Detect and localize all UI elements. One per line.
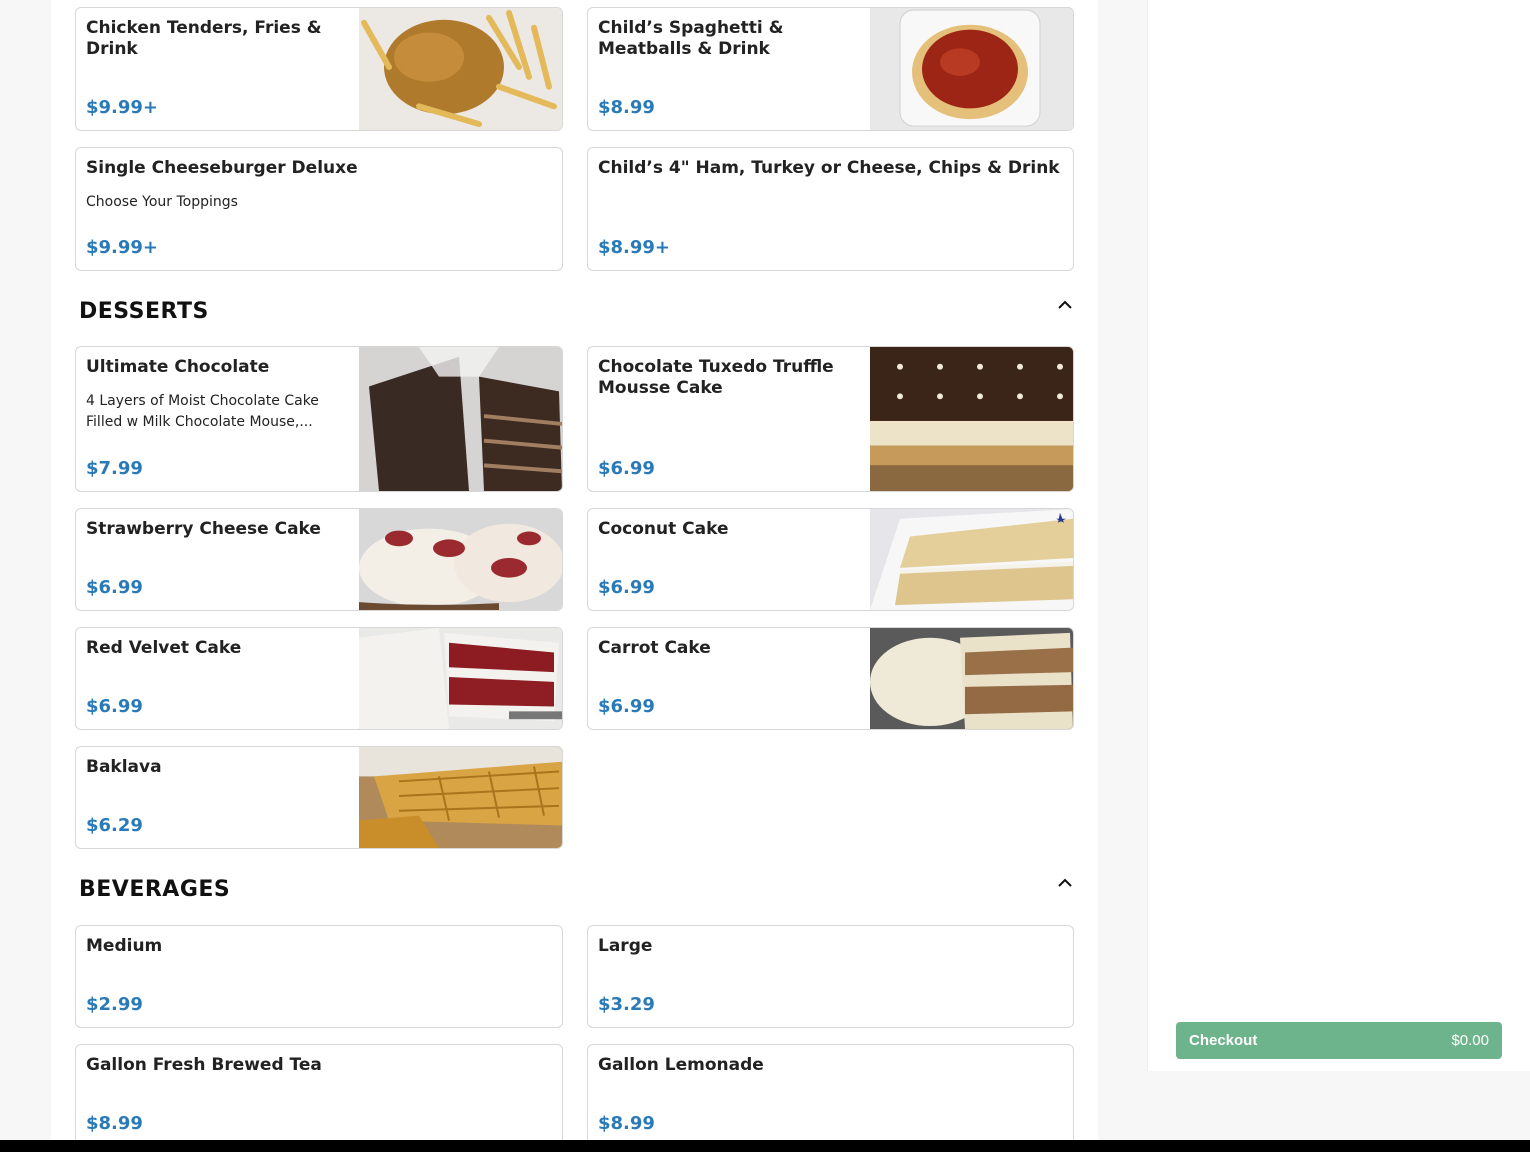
item-name: Chocolate Tuxedo Truffle Mousse Cake xyxy=(598,357,834,398)
item-description: 4 Layers of Moist Chocolate Cake Filled … xyxy=(86,393,319,430)
menu-item-card[interactable]: Single Cheeseburger Deluxe Choose Your T… xyxy=(75,147,563,271)
section-title-beverages: BEVERAGES xyxy=(79,877,231,902)
menu-item-card[interactable]: Child’s 4" Ham, Turkey or Cheese, Chips … xyxy=(587,147,1074,271)
item-photo xyxy=(870,509,1073,610)
bottom-bar xyxy=(0,1140,1530,1152)
item-name: Gallon Fresh Brewed Tea xyxy=(86,1055,322,1075)
item-price: $6.99 xyxy=(598,696,655,717)
item-price: $6.99 xyxy=(86,577,143,598)
item-price: $3.29 xyxy=(598,994,655,1015)
item-price: $6.99 xyxy=(86,696,143,717)
item-photo xyxy=(359,509,562,610)
item-name: Ultimate Chocolate xyxy=(86,357,270,377)
menu-item-card[interactable]: Medium $2.99 xyxy=(75,925,563,1028)
item-price: $9.99+ xyxy=(86,97,159,118)
menu-item-card[interactable]: Chicken Tenders, Fries & Drink $9.99+ xyxy=(75,7,563,131)
item-price: $8.99 xyxy=(598,97,655,118)
menu-item-card[interactable]: Baklava $6.29 xyxy=(75,746,563,849)
item-name: Medium xyxy=(86,936,163,956)
item-name: Strawberry Cheese Cake xyxy=(86,519,321,539)
checkout-button[interactable]: Checkout $0.00 xyxy=(1176,1022,1502,1059)
checkout-label: Checkout xyxy=(1189,1032,1258,1049)
chevron-up-icon[interactable] xyxy=(1057,878,1073,888)
item-name: Red Velvet Cake xyxy=(86,638,242,658)
menu-item-card[interactable]: Strawberry Cheese Cake $6.99 xyxy=(75,508,563,611)
section-title-desserts: DESSERTS xyxy=(79,299,209,324)
item-price: $6.29 xyxy=(86,815,143,836)
item-price: $7.99 xyxy=(86,458,143,479)
menu-item-card[interactable]: Child’s Spaghetti & Meatballs & Drink $8… xyxy=(587,7,1074,131)
menu-item-card[interactable]: Gallon Lemonade $8.99 xyxy=(587,1044,1074,1140)
item-name: Child’s 4" Ham, Turkey or Cheese, Chips … xyxy=(598,158,1060,178)
item-photo xyxy=(359,347,562,491)
item-description: Choose Your Toppings xyxy=(86,194,238,210)
cart-total: $0.00 xyxy=(1451,1032,1489,1049)
item-name: Coconut Cake xyxy=(598,519,729,539)
item-price: $9.99+ xyxy=(86,237,159,258)
item-price: $8.99 xyxy=(86,1113,143,1134)
menu-item-card[interactable]: Coconut Cake $6.99 xyxy=(587,508,1074,611)
item-photo xyxy=(870,347,1073,491)
item-name: Baklava xyxy=(86,757,162,777)
menu-item-card[interactable]: Large $3.29 xyxy=(587,925,1074,1028)
item-photo xyxy=(870,8,1073,130)
menu-item-card[interactable]: Gallon Fresh Brewed Tea $8.99 xyxy=(75,1044,563,1140)
item-price: $8.99 xyxy=(598,1113,655,1134)
cart-sidebar xyxy=(1147,0,1530,1071)
menu-item-card[interactable]: Chocolate Tuxedo Truffle Mousse Cake $6.… xyxy=(587,346,1074,492)
menu-panel: Chicken Tenders, Fries & Drink $9.99+ Ch… xyxy=(51,0,1098,1140)
item-name: Large xyxy=(598,936,653,956)
item-name: Gallon Lemonade xyxy=(598,1055,764,1075)
item-price: $2.99 xyxy=(86,994,143,1015)
item-name: Chicken Tenders, Fries & Drink xyxy=(86,18,322,59)
chevron-up-icon[interactable] xyxy=(1057,300,1073,310)
item-photo xyxy=(359,8,562,130)
item-photo xyxy=(359,747,562,848)
menu-item-card[interactable]: Carrot Cake $6.99 xyxy=(587,627,1074,730)
item-price: $8.99+ xyxy=(598,237,671,258)
menu-item-card[interactable]: Red Velvet Cake $6.99 xyxy=(75,627,563,730)
menu-item-card[interactable]: Ultimate Chocolate 4 Layers of Moist Cho… xyxy=(75,346,563,492)
item-price: $6.99 xyxy=(598,577,655,598)
item-photo xyxy=(359,628,562,729)
item-name: Carrot Cake xyxy=(598,638,711,658)
item-name: Child’s Spaghetti & Meatballs & Drink xyxy=(598,18,784,59)
item-price: $6.99 xyxy=(598,458,655,479)
item-photo xyxy=(870,628,1073,729)
item-name: Single Cheeseburger Deluxe xyxy=(86,158,358,178)
